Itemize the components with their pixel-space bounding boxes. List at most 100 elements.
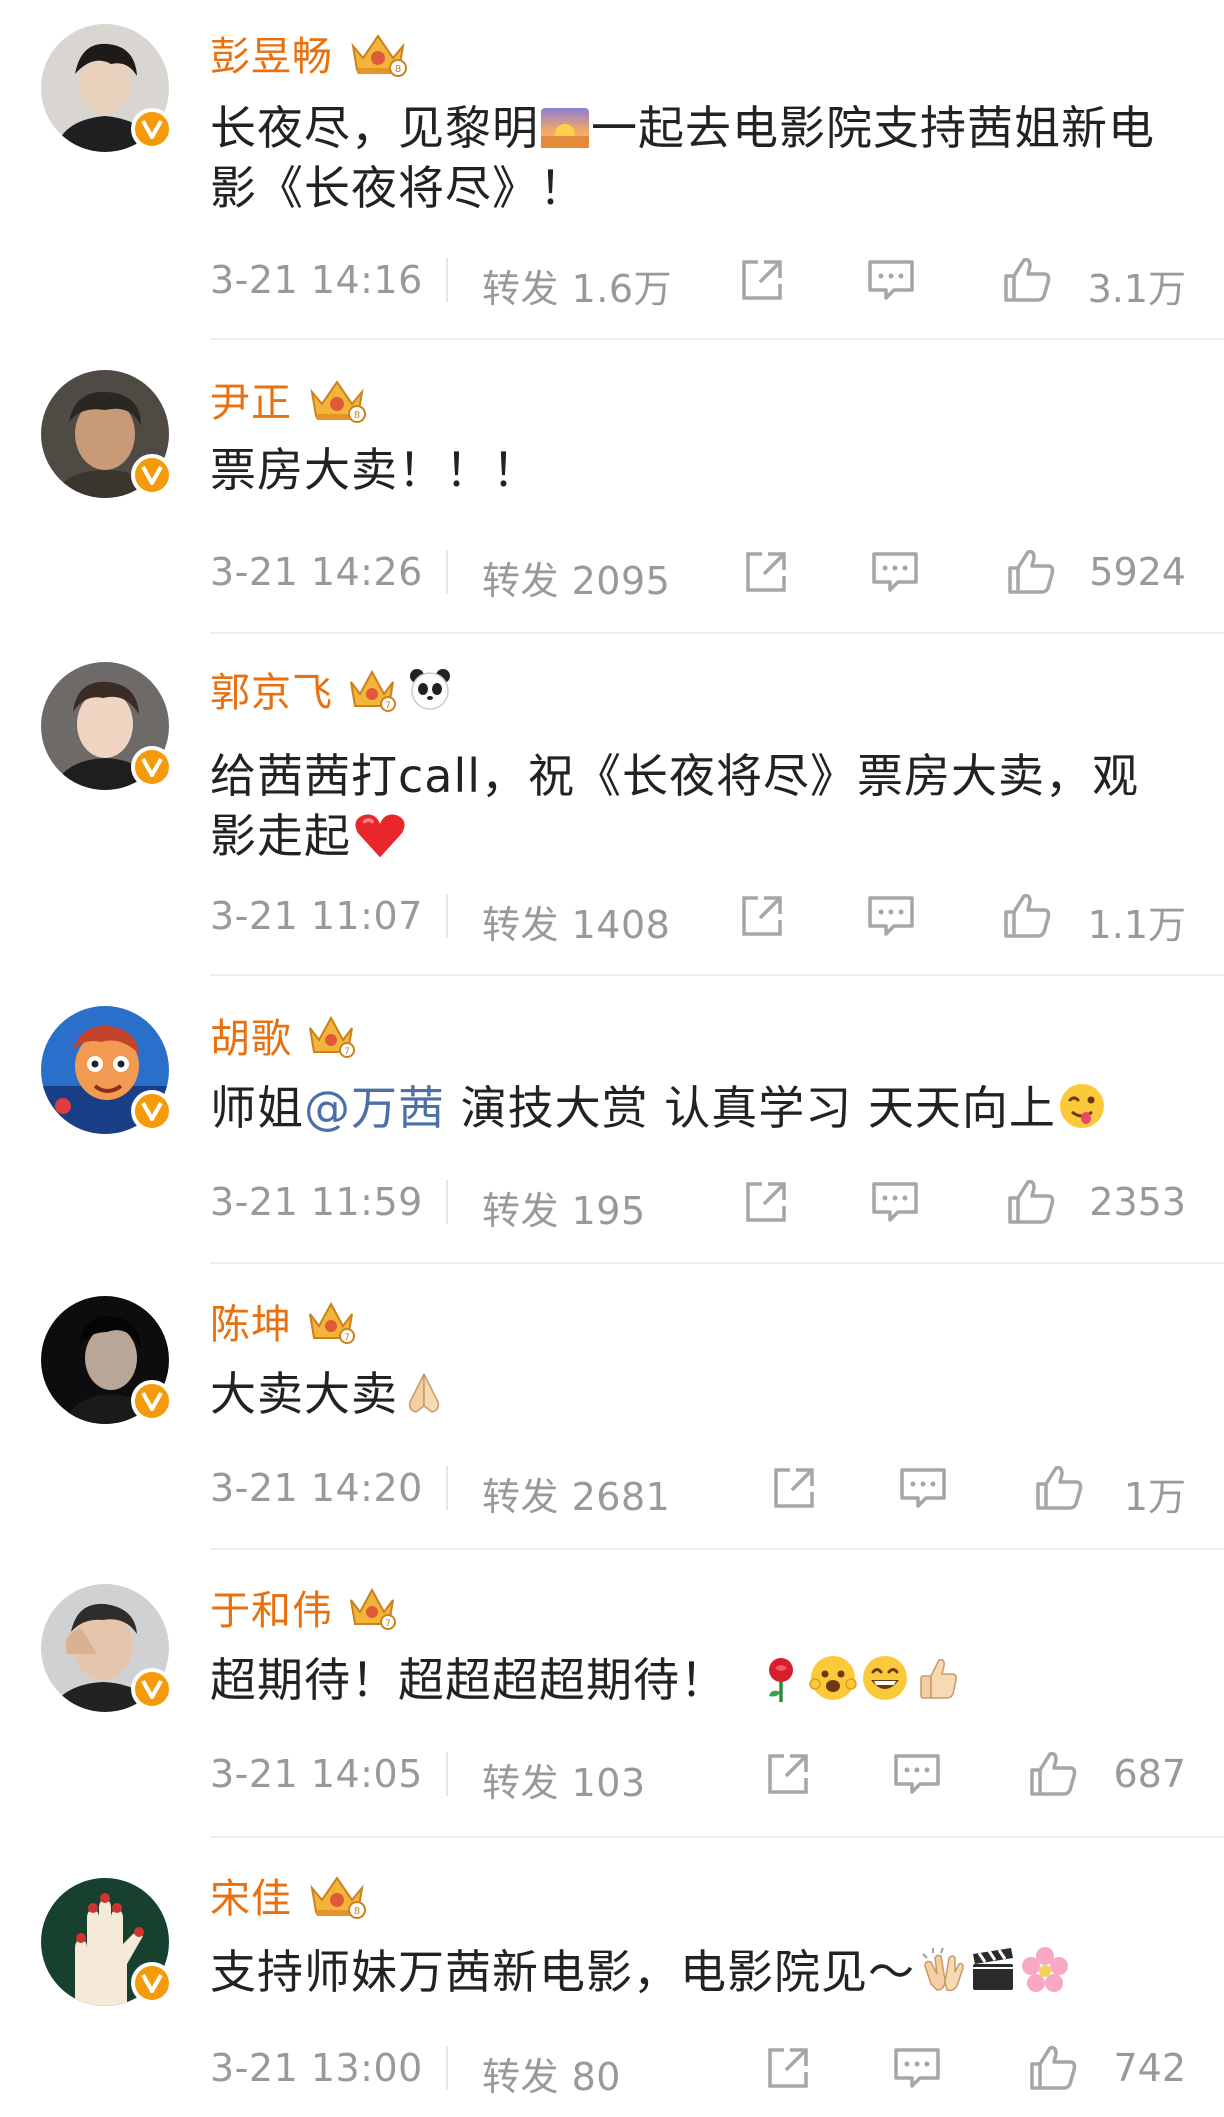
mention-link[interactable]: @万茜: [304, 1081, 445, 1135]
separator: [210, 338, 1224, 340]
share-icon[interactable]: [736, 890, 790, 942]
avatar[interactable]: [41, 1878, 173, 2006]
name-row: 陈坤 7: [210, 1294, 356, 1348]
verified-v-icon: [131, 108, 173, 150]
meta-divider: [446, 1466, 448, 1510]
comment-text: 大卖大卖: [210, 1364, 1170, 1424]
verified-v-icon: [131, 1380, 173, 1422]
comment-icon[interactable]: [896, 1462, 950, 1514]
like-icon[interactable]: [1000, 890, 1054, 942]
comment-item: 陈坤 7 大卖大卖 3-21 14:20 转发 2681 1万: [0, 1268, 1224, 1550]
verified-v-icon: [131, 1962, 173, 2004]
like-icon[interactable]: [1026, 1748, 1080, 1800]
meta-divider: [446, 2046, 448, 2090]
timestamp: 3-21 14:20: [210, 1466, 423, 1510]
name-row: 胡歌 7: [210, 1008, 356, 1062]
verified-v-icon: [131, 1668, 173, 1710]
share-icon[interactable]: [740, 1176, 794, 1228]
meta-row: 3-21 14:20 转发 2681 1万: [210, 1458, 1186, 1521]
separator: [210, 1836, 1224, 1838]
meta-row: 3-21 11:07 转发 1408 1.1万: [210, 886, 1186, 949]
clapper-board-emoji: [973, 1948, 1013, 1990]
username[interactable]: 尹正: [210, 370, 292, 428]
share-icon[interactable]: [768, 1462, 822, 1514]
comment-icon[interactable]: [890, 1748, 944, 1800]
cherry-blossom-emoji: [1022, 1947, 1068, 1992]
like-count: 5924: [1089, 550, 1186, 594]
winking-tongue-emoji: [1059, 1084, 1104, 1128]
username[interactable]: 宋佳: [210, 1866, 292, 1924]
grinning-emoji: [862, 1656, 907, 1700]
comment-item: 郭京飞 7 给茜茜打call，祝《长夜将尽》票房大卖，观影走起 3-21 11:…: [0, 636, 1224, 976]
avatar[interactable]: [41, 24, 173, 152]
username[interactable]: 胡歌: [210, 1006, 292, 1064]
name-row: 尹正 8: [210, 372, 368, 426]
separator: [210, 974, 1224, 976]
avatar[interactable]: [41, 370, 173, 498]
forward-count[interactable]: 转发 2681: [482, 1466, 670, 1521]
meta-divider: [446, 1752, 448, 1796]
crown-level-icon: 7: [350, 669, 396, 712]
comment-item: 尹正 8 票房大卖！！！ 3-21 14:26 转发 2095 5924: [0, 346, 1224, 636]
meta-row: 3-21 11:59 转发 195 2353: [210, 1172, 1186, 1235]
like-icon[interactable]: [1026, 2042, 1080, 2094]
comment-item: 于和伟 7 超期待！超超超超期待！ 3-21 14:05 转发 103 687: [0, 1554, 1224, 1838]
avatar[interactable]: [41, 662, 173, 790]
forward-count[interactable]: 转发 1.6万: [482, 258, 672, 313]
share-icon[interactable]: [740, 546, 794, 598]
username[interactable]: 于和伟: [210, 1578, 333, 1636]
username[interactable]: 郭京飞: [210, 660, 333, 718]
comment-icon[interactable]: [868, 1176, 922, 1228]
name-row: 郭京飞 7: [210, 662, 453, 716]
name-row: 宋佳 8: [210, 1868, 368, 1922]
verified-v-icon: [131, 1090, 173, 1132]
share-icon[interactable]: [762, 2042, 816, 2094]
timestamp: 3-21 14:05: [210, 1752, 423, 1796]
comment-text: 给茜茜打call，祝《长夜将尽》票房大卖，观影走起: [210, 749, 1140, 863]
forward-count[interactable]: 转发 1408: [482, 894, 670, 949]
verified-v-icon: [131, 746, 173, 788]
username[interactable]: 陈坤: [210, 1292, 292, 1350]
forward-count[interactable]: 转发 195: [482, 1180, 646, 1235]
forward-count[interactable]: 转发 103: [482, 1752, 646, 1807]
name-row: 于和伟 7: [210, 1580, 397, 1634]
like-icon[interactable]: [1004, 546, 1058, 598]
forward-count[interactable]: 转发 80: [482, 2046, 621, 2101]
meta-row: 3-21 14:26 转发 2095 5924: [210, 542, 1186, 605]
timestamp: 3-21 11:59: [210, 1180, 423, 1224]
crown-level-icon: 8: [310, 1876, 366, 1919]
share-icon[interactable]: [736, 254, 790, 306]
svg-text:7: 7: [385, 1619, 391, 1629]
crown-level-icon: 7: [309, 1301, 355, 1344]
svg-text:8: 8: [354, 1906, 360, 1917]
name-row: 彭昱畅 8: [210, 26, 409, 80]
like-icon[interactable]: [1032, 1462, 1086, 1514]
comment-icon[interactable]: [868, 546, 922, 598]
comment-item: 宋佳 8 支持师妹万茜新电影，电影院见～ 3-21 13:00 转发 80 74…: [0, 1842, 1224, 2117]
meta-row: 3-21 14:05 转发 103 687: [210, 1744, 1186, 1807]
avatar[interactable]: [41, 1584, 173, 1712]
red-heart-emoji: [355, 814, 405, 858]
share-icon[interactable]: [762, 1748, 816, 1800]
avatar[interactable]: [41, 1296, 173, 1424]
comment-icon[interactable]: [864, 254, 918, 306]
svg-text:8: 8: [395, 64, 401, 75]
crown-level-icon: 7: [309, 1015, 355, 1058]
crown-level-icon: 7: [350, 1587, 396, 1630]
like-icon[interactable]: [1000, 254, 1054, 306]
panda-badge-icon: [410, 669, 450, 710]
comment-text: 支持师妹万茜新电影，电影院见～: [210, 1942, 1170, 2002]
like-count: 2353: [1089, 1180, 1186, 1224]
avatar[interactable]: [41, 1006, 173, 1134]
verified-v-icon: [131, 454, 173, 496]
like-count: 1.1万: [1087, 903, 1186, 947]
forward-count[interactable]: 转发 2095: [482, 550, 670, 605]
meta-divider: [446, 1180, 448, 1224]
username[interactable]: 彭昱畅: [210, 24, 333, 82]
comment-icon[interactable]: [890, 2042, 944, 2094]
comment-icon[interactable]: [864, 890, 918, 942]
separator: [210, 1548, 1224, 1550]
folded-hands-emoji: [408, 1373, 440, 1413]
separator: [210, 632, 1224, 634]
like-icon[interactable]: [1004, 1176, 1058, 1228]
